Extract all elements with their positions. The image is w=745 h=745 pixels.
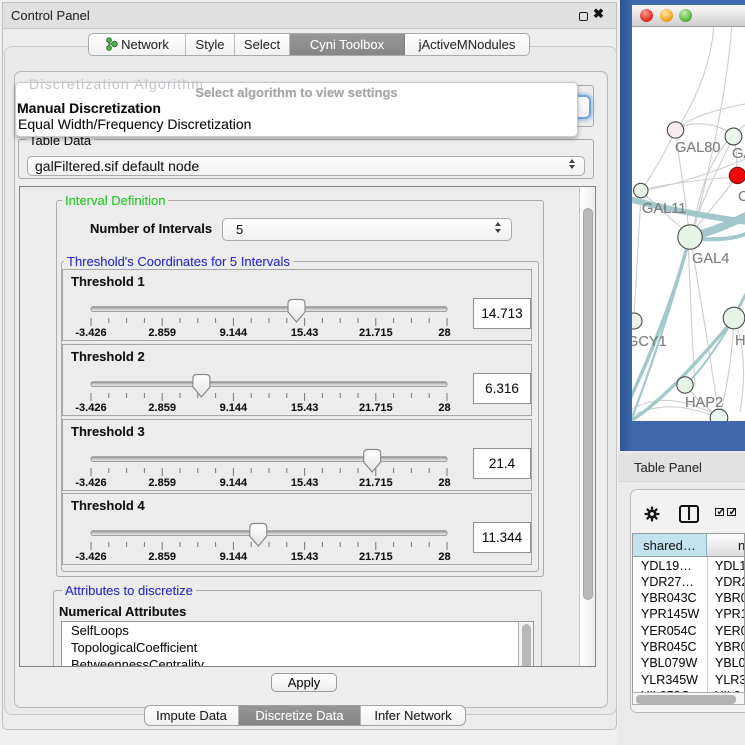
svg-text:15.43: 15.43 [291,477,319,489]
svg-text:GAL80: GAL80 [675,140,720,156]
svg-text:21.715: 21.715 [359,327,393,339]
svg-text:15.43: 15.43 [291,551,319,563]
svg-text:9.144: 9.144 [220,402,248,414]
svg-text:28: 28 [438,327,450,339]
svg-text:GAL11: GAL11 [642,201,686,217]
svg-text:HAP2: HAP2 [685,395,723,411]
svg-text:9.144: 9.144 [220,477,248,489]
svg-text:-3.426: -3.426 [75,327,106,339]
svg-text:9.144: 9.144 [220,327,248,339]
svg-text:C: C [738,189,745,205]
svg-text:-3.426: -3.426 [75,402,106,414]
svg-text:GA: GA [732,146,745,162]
svg-text:21.715: 21.715 [359,477,393,489]
svg-text:-3.426: -3.426 [75,551,106,563]
svg-text:21.715: 21.715 [359,402,393,414]
svg-text:GAL4: GAL4 [692,251,729,267]
svg-text:28: 28 [438,477,450,489]
svg-text:9.144: 9.144 [220,551,248,563]
svg-text:15.43: 15.43 [291,327,319,339]
svg-text:2.859: 2.859 [148,477,176,489]
svg-text:2.859: 2.859 [148,327,176,339]
svg-text:28: 28 [438,551,450,563]
svg-text:21.715: 21.715 [359,551,393,563]
svg-text:15.43: 15.43 [291,402,319,414]
svg-text:2.859: 2.859 [148,551,176,563]
svg-text:GCY1: GCY1 [632,334,667,350]
svg-text:-3.426: -3.426 [75,477,106,489]
svg-text:28: 28 [438,402,450,414]
svg-text:H: H [735,333,745,349]
svg-text:2.859: 2.859 [148,402,176,414]
